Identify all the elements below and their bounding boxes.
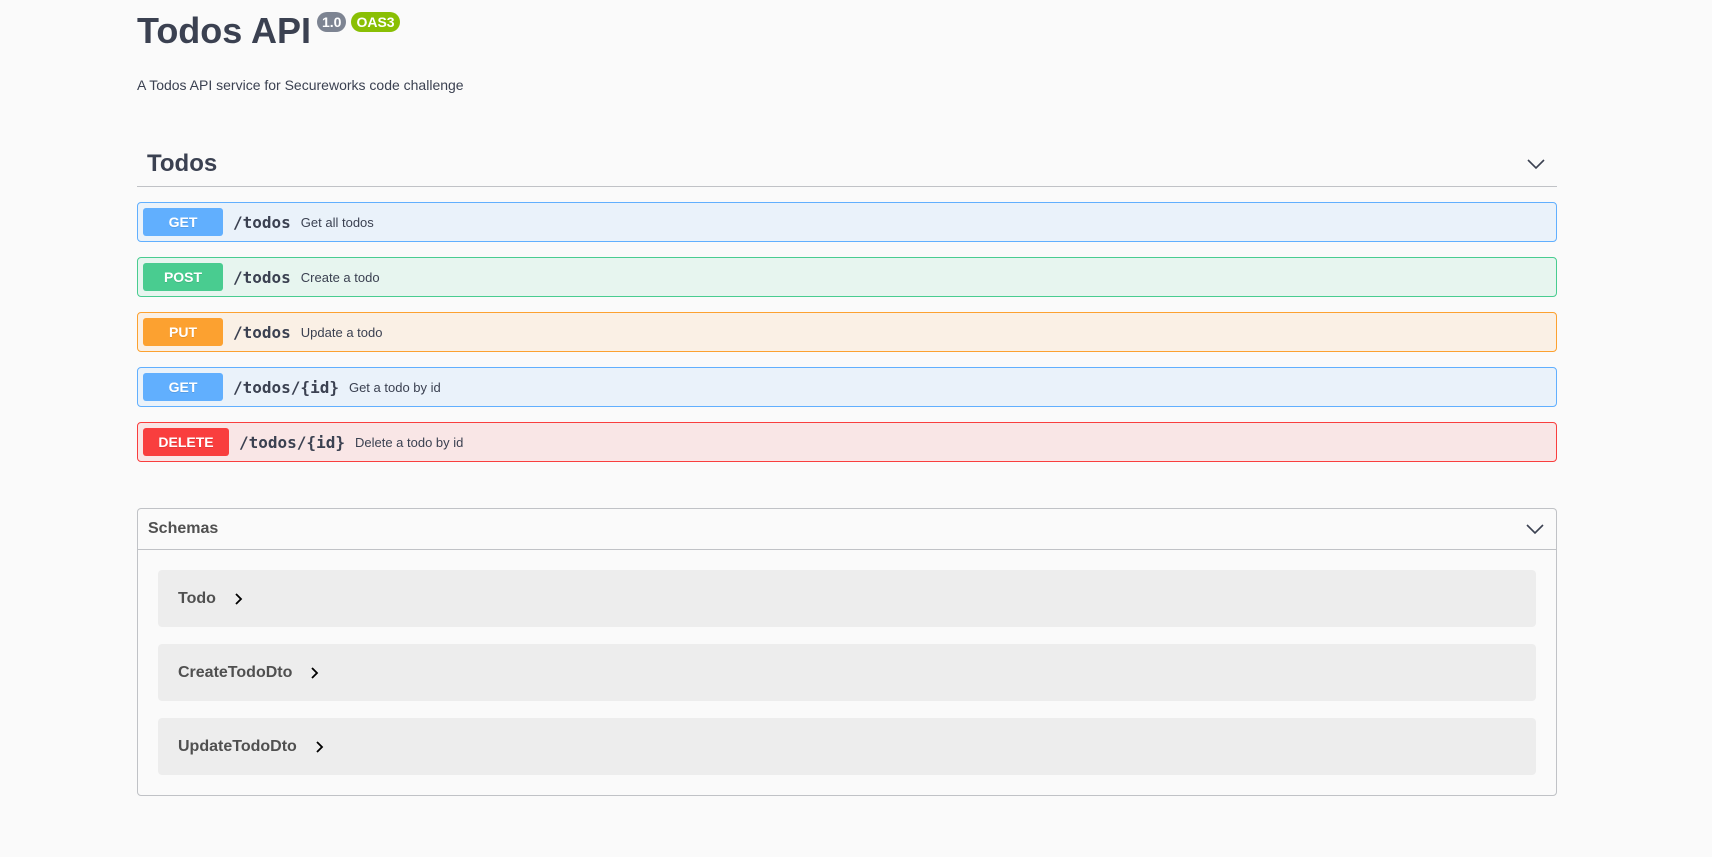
operation-summary: Update a todo	[300, 324, 383, 340]
chevron-right-icon[interactable]	[315, 740, 325, 753]
method-badge-delete: DELETE	[143, 428, 229, 456]
schemas-title: Schemas	[148, 520, 219, 537]
operation-path: /todos	[233, 322, 291, 342]
operation-post-todos[interactable]: POST /todos Create a todo	[137, 257, 1557, 297]
operation-path: /todos	[233, 212, 291, 232]
operation-get-todos[interactable]: GET /todos Get all todos	[137, 202, 1557, 242]
operation-summary: Get a todo by id	[348, 379, 441, 395]
operation-get-todo-by-id[interactable]: GET /todos/{id} Get a todo by id	[137, 367, 1557, 407]
operation-summary: Get all todos	[300, 214, 374, 230]
schema-name: CreateTodoDto	[178, 663, 293, 681]
method-badge-get: GET	[143, 208, 223, 236]
method-badge-get: GET	[143, 373, 223, 401]
tag-header-todos[interactable]: Todos	[137, 141, 1557, 187]
tag-section-todos: Todos GET /todos Get all todos POST /tod…	[137, 141, 1557, 462]
version-badge: 1.0	[317, 12, 347, 32]
operation-path: /todos	[233, 267, 291, 287]
title-row: Todos API 1.0 OAS3	[137, 8, 1557, 54]
operation-summary: Delete a todo by id	[354, 434, 464, 450]
api-info: Todos API 1.0 OAS3 A Todos API service f…	[137, 0, 1557, 93]
schemas-section: Schemas Todo CreateTodoDto UpdateTodoDto	[137, 508, 1557, 796]
method-badge-put: PUT	[143, 318, 223, 346]
oas-badge: OAS3	[351, 12, 400, 32]
operation-path: /todos/{id}	[239, 432, 345, 452]
chevron-down-icon[interactable]	[1525, 153, 1547, 175]
chevron-right-icon[interactable]	[310, 666, 320, 679]
operation-delete-todo-by-id[interactable]: DELETE /todos/{id} Delete a todo by id	[137, 422, 1557, 462]
swagger-ui: Todos API 1.0 OAS3 A Todos API service f…	[137, 0, 1557, 796]
schema-item-todo[interactable]: Todo	[158, 570, 1536, 627]
schema-item-createtododto[interactable]: CreateTodoDto	[158, 644, 1536, 701]
operation-summary: Create a todo	[300, 269, 380, 285]
schema-item-updatetododto[interactable]: UpdateTodoDto	[158, 718, 1536, 775]
api-description: A Todos API service for Secureworks code…	[137, 77, 464, 93]
schema-name: UpdateTodoDto	[178, 737, 297, 755]
schemas-list: Todo CreateTodoDto UpdateTodoDto	[138, 550, 1556, 795]
chevron-right-icon[interactable]	[234, 592, 244, 605]
operation-put-todos[interactable]: PUT /todos Update a todo	[137, 312, 1557, 352]
api-title: Todos API	[137, 10, 311, 51]
schema-name: Todo	[178, 589, 216, 607]
chevron-down-icon[interactable]	[1524, 518, 1546, 540]
tag-name: Todos	[147, 149, 218, 177]
operation-path: /todos/{id}	[233, 377, 339, 397]
method-badge-post: POST	[143, 263, 223, 291]
schemas-header[interactable]: Schemas	[138, 509, 1556, 550]
